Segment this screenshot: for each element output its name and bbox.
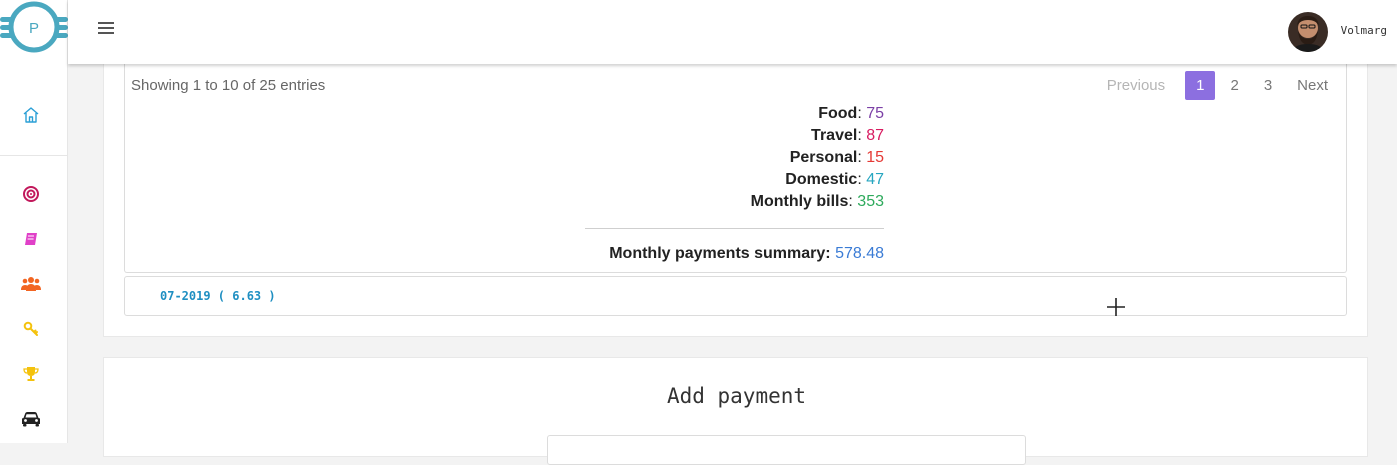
month-accordion-item[interactable]: 07-2019 ( 6.63 ) xyxy=(124,276,1347,316)
pagination: Previous 1 2 3 Next xyxy=(1092,71,1338,100)
sidebar-item-car[interactable] xyxy=(20,408,42,430)
stat-travel: Travel: 87 xyxy=(811,127,884,144)
month-label[interactable]: 07-2019 ( 6.63 ) xyxy=(160,289,276,303)
add-payment-card: Add payment xyxy=(103,357,1368,465)
stat-value: 353 xyxy=(857,193,884,210)
logo-icon: P xyxy=(0,1,68,53)
stat-food: Food: 75 xyxy=(818,105,884,122)
pagination-next[interactable]: Next xyxy=(1287,71,1338,100)
stat-domestic: Domestic: 47 xyxy=(785,171,884,188)
stat-personal: Personal: 15 xyxy=(789,149,884,166)
username[interactable]: Volmarg xyxy=(1341,24,1387,37)
add-payment-title: Add payment xyxy=(666,384,807,408)
stat-label: Food xyxy=(818,105,858,122)
payments-table-panel: Showing 1 to 10 of 25 entries Previous 1… xyxy=(124,63,1347,273)
target-icon xyxy=(23,186,39,202)
menu-toggle-button[interactable] xyxy=(98,20,116,36)
summary-value: 578.48 xyxy=(835,245,884,262)
category-totals: Food: 75 Travel: 87 Personal: 15 Domesti… xyxy=(751,103,884,213)
stat-value: 87 xyxy=(866,127,884,144)
avatar[interactable] xyxy=(1288,12,1328,52)
sidebar-divider xyxy=(0,155,68,156)
pagination-page-1[interactable]: 1 xyxy=(1185,71,1216,100)
home-icon xyxy=(23,107,39,123)
stat-label: Travel xyxy=(811,127,858,144)
stat-value: 47 xyxy=(866,171,884,188)
car-icon xyxy=(22,412,40,427)
summary-label: Monthly payments summary: xyxy=(609,245,831,262)
book-icon xyxy=(25,233,37,245)
stat-value: 15 xyxy=(866,149,884,166)
trophy-icon xyxy=(23,367,39,381)
table-info: Showing 1 to 10 of 25 entries xyxy=(131,77,326,94)
sidebar: P xyxy=(0,0,68,443)
key-icon xyxy=(23,321,38,336)
stat-monthly-bills: Monthly bills: 353 xyxy=(750,193,884,210)
payments-card: Showing 1 to 10 of 25 entries Previous 1… xyxy=(103,63,1368,337)
stat-label: Monthly bills xyxy=(750,193,849,210)
users-icon xyxy=(21,277,41,291)
sidebar-item-contacts[interactable] xyxy=(20,273,42,295)
sidebar-item-goals[interactable] xyxy=(20,183,42,205)
add-payment-input[interactable] xyxy=(547,435,1026,465)
sidebar-item-notes[interactable] xyxy=(20,228,42,250)
sidebar-item-passwords[interactable] xyxy=(20,318,42,340)
stat-label: Personal xyxy=(789,149,858,166)
pagination-page-3[interactable]: 3 xyxy=(1254,71,1282,100)
logo[interactable]: P xyxy=(0,0,68,64)
stat-value: 75 xyxy=(866,105,884,122)
pagination-previous[interactable]: Previous xyxy=(1097,71,1175,100)
sidebar-item-home[interactable] xyxy=(20,104,42,126)
top-header: Volmarg xyxy=(68,0,1397,64)
sidebar-item-achievements[interactable] xyxy=(20,363,42,385)
stats-divider xyxy=(585,228,884,229)
stat-label: Domestic xyxy=(785,171,858,188)
crosshair-cursor-icon xyxy=(1107,298,1125,316)
pagination-page-2[interactable]: 2 xyxy=(1220,71,1248,100)
monthly-summary: Monthly payments summary: 578.48 xyxy=(609,245,884,263)
logo-letter: P xyxy=(29,20,39,37)
avatar-image xyxy=(1288,12,1328,52)
